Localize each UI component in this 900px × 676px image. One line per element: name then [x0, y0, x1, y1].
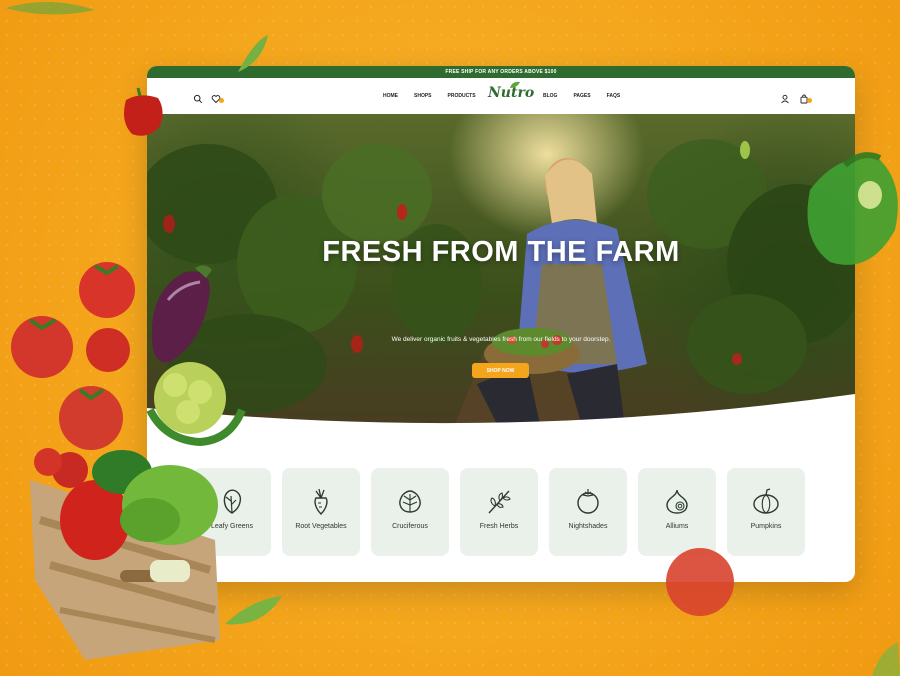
floating-produce-decoration — [5, 1, 900, 676]
